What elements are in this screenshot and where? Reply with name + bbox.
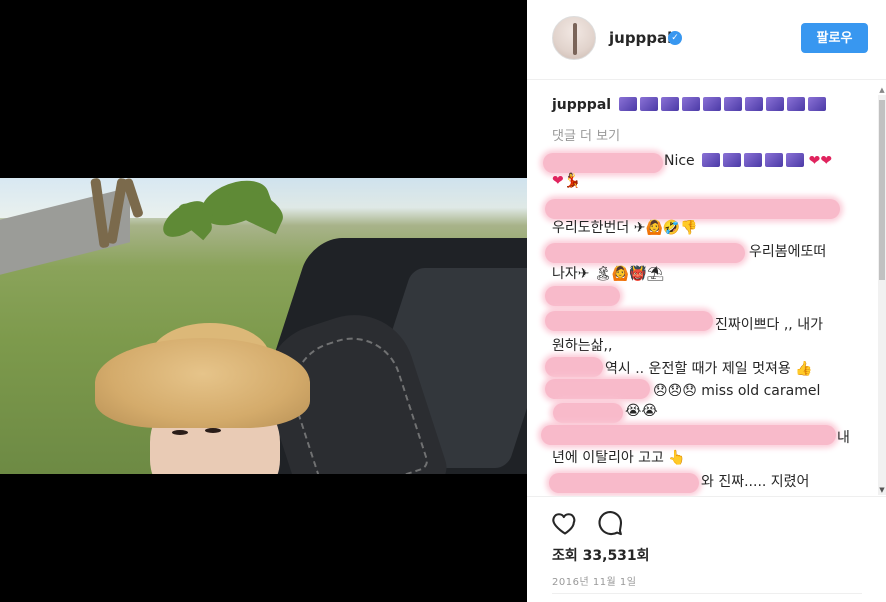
redacted-username [545,311,713,331]
comment-item: 와 진짜..... 지렸어 [701,474,810,490]
pointing-hand-emoji-icon: 👆 [668,450,686,466]
load-more-comments-link[interactable]: 댓글 더 보기 [552,125,620,144]
music-note-emoji-icon [660,97,679,111]
view-count: 조회 33,531회 [552,548,650,564]
divider [552,593,862,594]
music-note-emoji-icon [723,97,742,111]
instagram-post-modal: jupppal ✓ 팔로우 jupppal 댓글 더 보기 Nice ❤❤ ❤💃 [0,0,886,602]
scroll-up-arrow-icon[interactable]: ▲ [879,86,885,94]
redacted-username [541,425,836,445]
thumbs-up-emoji-icon: 👍 [795,361,813,377]
comment-item: 우리도한번더 ✈🙆🤣👎 [552,220,698,236]
dancer-emoji-icon: 💃 [563,173,582,189]
avatar[interactable] [552,16,596,60]
header-username[interactable]: jupppal [609,29,672,47]
travel-emoji-icon: 🏝🙆👹⛱ [593,266,665,282]
music-note-emoji-icon [681,97,700,111]
music-note-emoji-icon [618,97,637,111]
redacted-username [543,153,663,173]
scroll-down-arrow-icon[interactable]: ▼ [879,486,885,494]
comment-item: 역시 .. 운전할 때가 제일 멋져용 👍 [605,361,813,377]
heart-outline-icon[interactable] [551,509,579,537]
music-note-emoji-icon [702,97,721,111]
comments-list: jupppal 댓글 더 보기 Nice ❤❤ ❤💃 우리도한번더 ✈🙆🤣👎 우… [527,81,886,496]
redacted-username [545,286,620,306]
speech-bubble-icon[interactable] [596,509,624,537]
comment-item: 진짜이쁘다 ,, 내가 [715,317,823,333]
music-note-emoji-icon [744,153,763,167]
music-note-emoji-icon [765,153,784,167]
post-header: jupppal ✓ 팔로우 [527,0,886,80]
crying-emoji-icon: 😭😭 [625,403,658,419]
follow-button[interactable]: 팔로우 [801,23,868,53]
music-note-emoji-icon [786,97,805,111]
comment-item: 우리봄에또떠 [749,244,827,260]
redacted-username [545,243,745,263]
heart-emoji-icon: ❤ [552,173,564,189]
post-actions: 조회 33,531회 2016년 11월 1일 [527,496,886,602]
music-note-emoji-icon [786,153,805,167]
scrollbar-thumb[interactable] [879,100,885,280]
caption: jupppal [552,97,826,113]
redacted-username [545,199,840,219]
post-side-panel: jupppal ✓ 팔로우 jupppal 댓글 더 보기 Nice ❤❤ ❤💃 [527,0,886,602]
verified-badge-icon: ✓ [668,31,682,45]
post-date[interactable]: 2016년 11월 1일 [552,573,637,588]
music-note-emoji-icon [639,97,658,111]
comment-item: 😞😞😞 miss old caramel [653,383,821,399]
music-note-emoji-icon [807,97,826,111]
redacted-username [545,357,603,377]
music-note-emoji-icon [702,153,721,167]
music-note-emoji-icon [765,97,784,111]
redacted-username [545,379,650,399]
sad-face-emoji-icon: 😞😞😞 [653,383,697,399]
media-pane [0,0,527,602]
travel-emoji-icon: ✈🙆🤣👎 [633,220,698,236]
heart-emoji-icon: ❤ [808,153,821,169]
comment-item: Nice ❤❤ [664,153,833,169]
video-player[interactable] [0,178,527,474]
comment-item: 내 [837,430,850,446]
caption-username[interactable]: jupppal [552,97,611,113]
redacted-username [549,473,699,493]
heart-emoji-icon: ❤ [820,153,833,169]
redacted-username [553,403,623,423]
music-note-emoji-icon [744,97,763,111]
music-note-emoji-icon [723,153,742,167]
